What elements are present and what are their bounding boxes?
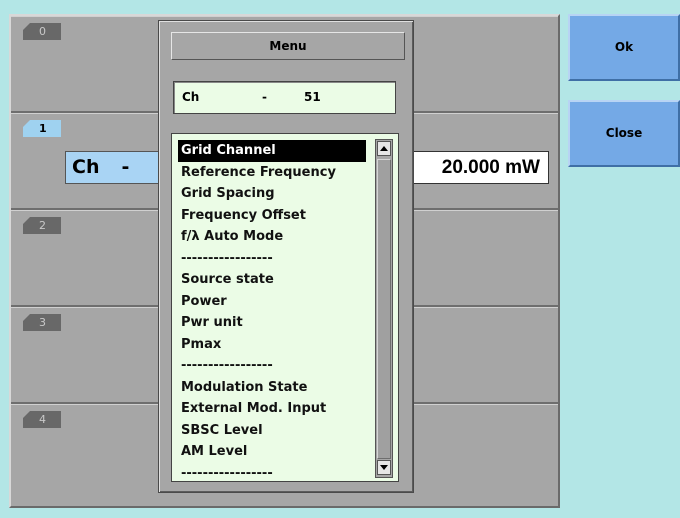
menu-list-item[interactable]: AM Level	[178, 441, 366, 463]
scroll-up-button[interactable]	[377, 141, 391, 156]
channel-prefix: Ch	[72, 156, 100, 178]
power-field[interactable]: 20.000 mW	[400, 151, 549, 184]
menu-channel-dash: -	[262, 90, 267, 104]
menu-list-item[interactable]: Reference Frequency	[178, 162, 366, 184]
scroll-thumb[interactable]	[377, 159, 391, 459]
menu-channel-value: 51	[304, 90, 321, 104]
slot-tab-3[interactable]: 3	[23, 314, 61, 331]
arrow-down-icon	[380, 465, 388, 470]
menu-list-items: Grid Channel Reference Frequency Grid Spac…	[178, 140, 366, 484]
close-button[interactable]: Close	[568, 100, 680, 167]
arrow-up-icon	[380, 146, 388, 151]
menu-list-item[interactable]: Modulation State	[178, 377, 366, 399]
slot-tab-1[interactable]: 1	[23, 120, 61, 137]
scroll-down-button[interactable]	[377, 460, 391, 475]
menu-list-item[interactable]: -----------------	[178, 355, 366, 377]
slot-tab-4[interactable]: 4	[23, 411, 61, 428]
menu-channel-prefix: Ch	[182, 90, 200, 104]
menu-list-item[interactable]: -----------------	[178, 248, 366, 270]
menu-list-item[interactable]: SBSC Level	[178, 420, 366, 442]
slot-tab-0[interactable]: 0	[23, 23, 61, 40]
menu-list-item[interactable]: External Mod. Input	[178, 398, 366, 420]
menu-list-item[interactable]: Power	[178, 291, 366, 313]
menu-title: Menu	[171, 32, 405, 60]
menu-channel-field[interactable]: Ch - 51	[173, 81, 396, 114]
menu-list-item[interactable]: Grid Spacing	[178, 183, 366, 205]
menu-list-item[interactable]: Frequency Offset	[178, 205, 366, 227]
slot-tab-2[interactable]: 2	[23, 217, 61, 234]
menu-list-item[interactable]: Pmax	[178, 334, 366, 356]
menu-list-item[interactable]: Grid Channel	[178, 140, 366, 162]
menu-dialog: Menu Ch - 51 Grid Channel Reference Frequ…	[158, 20, 414, 493]
menu-list-item[interactable]: f/λ Auto Mode	[178, 226, 366, 248]
menu-list[interactable]: Grid Channel Reference Frequency Grid Spac…	[171, 133, 399, 482]
menu-list-item[interactable]: -----------------	[178, 463, 366, 485]
channel-dash: -	[121, 156, 130, 178]
menu-list-item[interactable]: Source state	[178, 269, 366, 291]
ok-button[interactable]: Ok	[568, 14, 680, 81]
menu-list-item[interactable]: Pwr unit	[178, 312, 366, 334]
scrollbar[interactable]	[375, 139, 393, 478]
